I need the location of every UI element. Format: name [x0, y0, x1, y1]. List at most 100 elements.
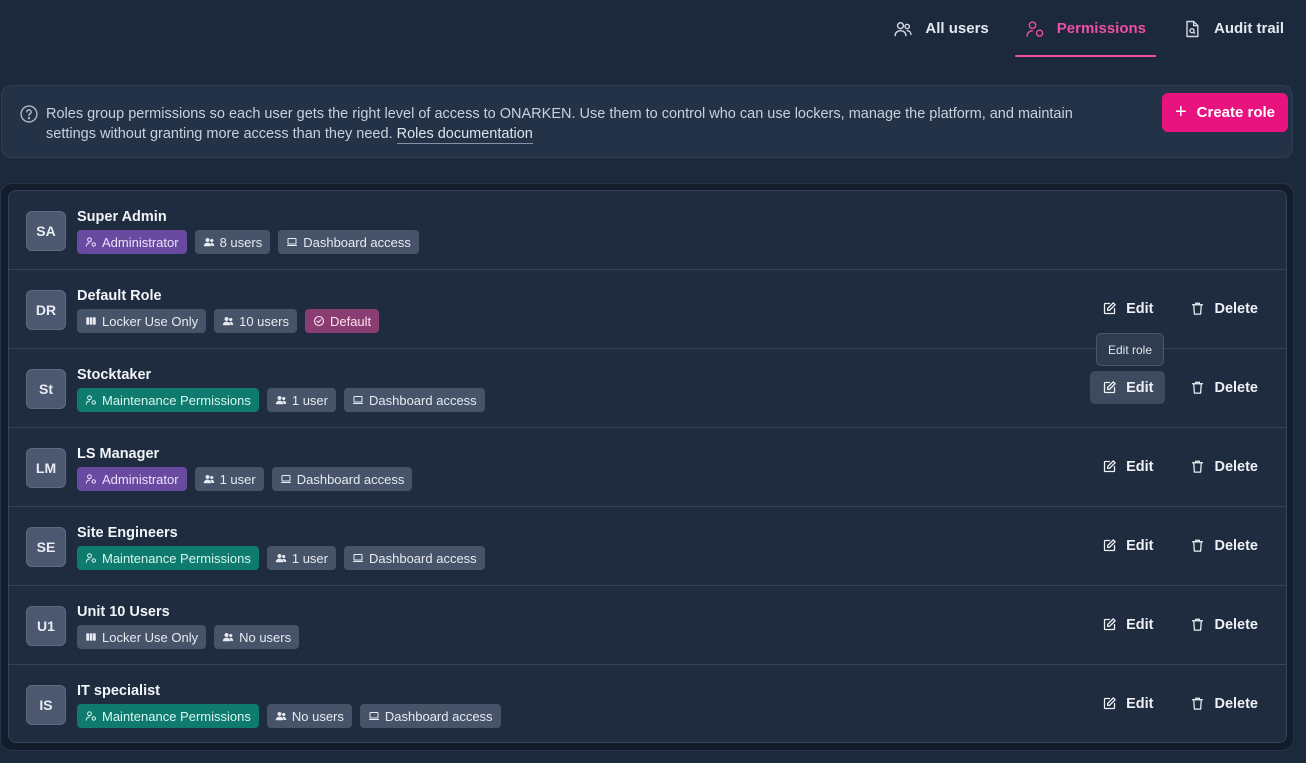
- badge-label: 1 user: [219, 471, 256, 487]
- edit-button[interactable]: Edit: [1090, 529, 1165, 562]
- access-badge: Locker Use Only: [77, 309, 207, 333]
- tab-label: Audit trail: [1214, 20, 1284, 37]
- role-badges: Locker Use Only No users: [77, 625, 300, 649]
- user-cog-icon: [85, 236, 97, 248]
- user-cog-icon: [85, 394, 97, 406]
- user-cog-icon: [85, 552, 97, 564]
- badge-label: Maintenance Permissions: [102, 550, 251, 566]
- access-badge: Dashboard access: [278, 230, 419, 254]
- count-badge: 1 user: [266, 546, 336, 570]
- delete-button[interactable]: Delete: [1178, 529, 1270, 562]
- delete-button[interactable]: Delete: [1178, 371, 1270, 404]
- role-badges: Administrator 8 users Dashboard access: [77, 230, 419, 254]
- edit-label: Edit: [1126, 300, 1154, 317]
- laptop-icon: [368, 710, 380, 722]
- edit-button[interactable]: Edit: [1090, 371, 1166, 404]
- role-avatar: SE: [26, 527, 66, 567]
- info-banner: Roles group permissions so each user get…: [1, 85, 1293, 158]
- tab-all-users[interactable]: All users: [883, 0, 998, 57]
- create-role-label: Create role: [1196, 104, 1276, 121]
- delete-button[interactable]: Delete: [1178, 687, 1270, 720]
- admin-badge: Administrator: [77, 467, 187, 491]
- role-row: DR Default Role Locker Use Only 10 users…: [9, 270, 1286, 349]
- maint-badge: Maintenance Permissions: [77, 546, 259, 570]
- badge-label: Default: [329, 313, 372, 329]
- plus-icon: +: [1174, 100, 1187, 123]
- role-name: Unit 10 Users: [77, 604, 170, 620]
- access-badge: Dashboard access: [344, 546, 485, 570]
- badge-label: Maintenance Permissions: [102, 708, 251, 724]
- role-avatar: LM: [26, 448, 66, 488]
- count-badge: 10 users: [214, 309, 297, 333]
- edit-icon: [1102, 696, 1117, 711]
- row-actions: Edit Delete: [1090, 608, 1270, 641]
- badge-label: Maintenance Permissions: [102, 392, 251, 408]
- maint-badge: Maintenance Permissions: [77, 388, 259, 412]
- edit-button[interactable]: Edit: [1090, 450, 1165, 483]
- roles-documentation-link[interactable]: Roles documentation: [396, 126, 533, 144]
- check-circle-icon: [313, 315, 325, 327]
- banner-text: Roles group permissions so each user get…: [46, 104, 1126, 144]
- file-search-icon: [1182, 19, 1202, 39]
- role-name: LS Manager: [77, 446, 160, 462]
- users-icon: [893, 19, 913, 39]
- users-icon: [275, 710, 287, 722]
- tab-audit-trail[interactable]: Audit trail: [1172, 0, 1294, 57]
- row-actions: Edit Delete: [1090, 371, 1270, 404]
- default-badge: Default: [304, 309, 380, 333]
- badge-label: Locker Use Only: [102, 629, 199, 645]
- role-row: St Stocktaker Maintenance Permissions 1 …: [9, 349, 1286, 428]
- role-name: Super Admin: [77, 209, 167, 225]
- edit-label: Edit: [1126, 537, 1154, 554]
- edit-icon: [1102, 459, 1117, 474]
- edit-label: Edit: [1126, 695, 1154, 712]
- row-actions: Edit Delete: [1090, 529, 1270, 562]
- edit-button[interactable]: Edit: [1090, 292, 1165, 325]
- tab-permissions[interactable]: Permissions: [1014, 0, 1157, 57]
- delete-button[interactable]: Delete: [1178, 292, 1270, 325]
- count-badge: No users: [214, 625, 300, 649]
- role-row: LM LS Manager Administrator 1 user Dashb…: [9, 428, 1286, 507]
- row-actions: Edit Delete: [1090, 687, 1270, 720]
- users-icon: [222, 631, 234, 643]
- edit-label: Edit: [1126, 458, 1154, 475]
- delete-label: Delete: [1214, 695, 1258, 712]
- edit-button[interactable]: Edit: [1090, 687, 1165, 720]
- role-avatar: U1: [26, 606, 66, 646]
- user-shield-icon: [1025, 19, 1045, 39]
- access-badge: Locker Use Only: [77, 625, 207, 649]
- role-badges: Maintenance Permissions 1 user Dashboard…: [77, 546, 485, 570]
- top-tabs: All users Permissions Audit trail: [883, 0, 1294, 57]
- badge-label: 8 users: [219, 234, 263, 250]
- users-icon: [203, 236, 215, 248]
- edit-icon: [1102, 380, 1117, 395]
- role-avatar: IS: [26, 685, 66, 725]
- create-role-button[interactable]: + Create role: [1162, 93, 1288, 132]
- count-badge: No users: [266, 704, 352, 728]
- laptop-icon: [280, 473, 292, 485]
- access-badge: Dashboard access: [271, 467, 413, 491]
- trash-icon: [1190, 617, 1205, 632]
- delete-label: Delete: [1214, 537, 1258, 554]
- laptop-icon: [286, 236, 298, 248]
- edit-button[interactable]: Edit: [1090, 608, 1165, 641]
- badge-label: 1 user: [291, 550, 328, 566]
- delete-button[interactable]: Delete: [1178, 450, 1270, 483]
- badge-label: Dashboard access: [303, 234, 411, 250]
- maint-badge: Maintenance Permissions: [77, 704, 259, 728]
- role-name: IT specialist: [77, 683, 161, 699]
- delete-label: Delete: [1214, 458, 1258, 475]
- role-avatar: SA: [26, 211, 66, 251]
- badge-label: Locker Use Only: [102, 313, 199, 329]
- edit-role-tooltip: Edit role: [1096, 333, 1164, 366]
- edit-label: Edit: [1126, 616, 1154, 633]
- badge-label: Dashboard access: [384, 708, 493, 724]
- badge-label: Dashboard access: [296, 471, 405, 487]
- role-badges: Locker Use Only 10 users Default: [77, 309, 380, 333]
- delete-button[interactable]: Delete: [1178, 608, 1270, 641]
- delete-label: Delete: [1214, 379, 1258, 396]
- roles-list: SA Super Admin Administrator 8 users Das…: [8, 190, 1287, 743]
- badge-label: 10 users: [239, 313, 289, 329]
- badge-label: Dashboard access: [369, 550, 477, 566]
- row-actions: Edit Delete: [1090, 292, 1270, 325]
